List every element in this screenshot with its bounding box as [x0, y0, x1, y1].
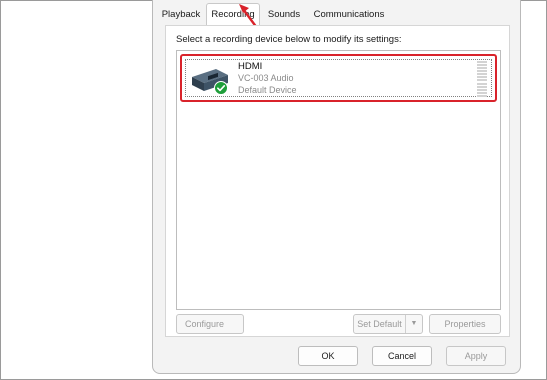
set-default-dropdown-arrow[interactable]: ▼	[406, 315, 422, 333]
instruction-text: Select a recording device below to modif…	[176, 34, 402, 45]
properties-button[interactable]: Properties	[429, 314, 501, 334]
configure-button[interactable]: Configure	[176, 314, 244, 334]
focus-ring	[185, 59, 492, 97]
tab-bar: Playback Recording Sounds Communications	[153, 3, 520, 26]
device-list[interactable]: HDMI VC-003 Audio Default Device	[176, 50, 501, 310]
level-meter	[477, 61, 487, 97]
device-item-hdmi[interactable]: HDMI VC-003 Audio Default Device	[180, 54, 497, 102]
set-default-split-button[interactable]: Set Default ▼	[353, 314, 423, 334]
cancel-button[interactable]: Cancel	[372, 346, 432, 366]
sound-dialog: Playback Recording Sounds Communications…	[152, 0, 521, 374]
tab-playback[interactable]: Playback	[157, 5, 205, 25]
device-status: Default Device	[238, 85, 297, 95]
set-default-button[interactable]: Set Default	[354, 315, 406, 333]
device-name: HDMI	[238, 61, 263, 72]
recording-panel: Select a recording device below to modif…	[165, 25, 510, 337]
tab-communications[interactable]: Communications	[309, 5, 389, 25]
ok-button[interactable]: OK	[298, 346, 358, 366]
device-description: VC-003 Audio	[238, 73, 294, 83]
apply-button[interactable]: Apply	[446, 346, 506, 366]
check-badge-icon	[214, 81, 228, 95]
